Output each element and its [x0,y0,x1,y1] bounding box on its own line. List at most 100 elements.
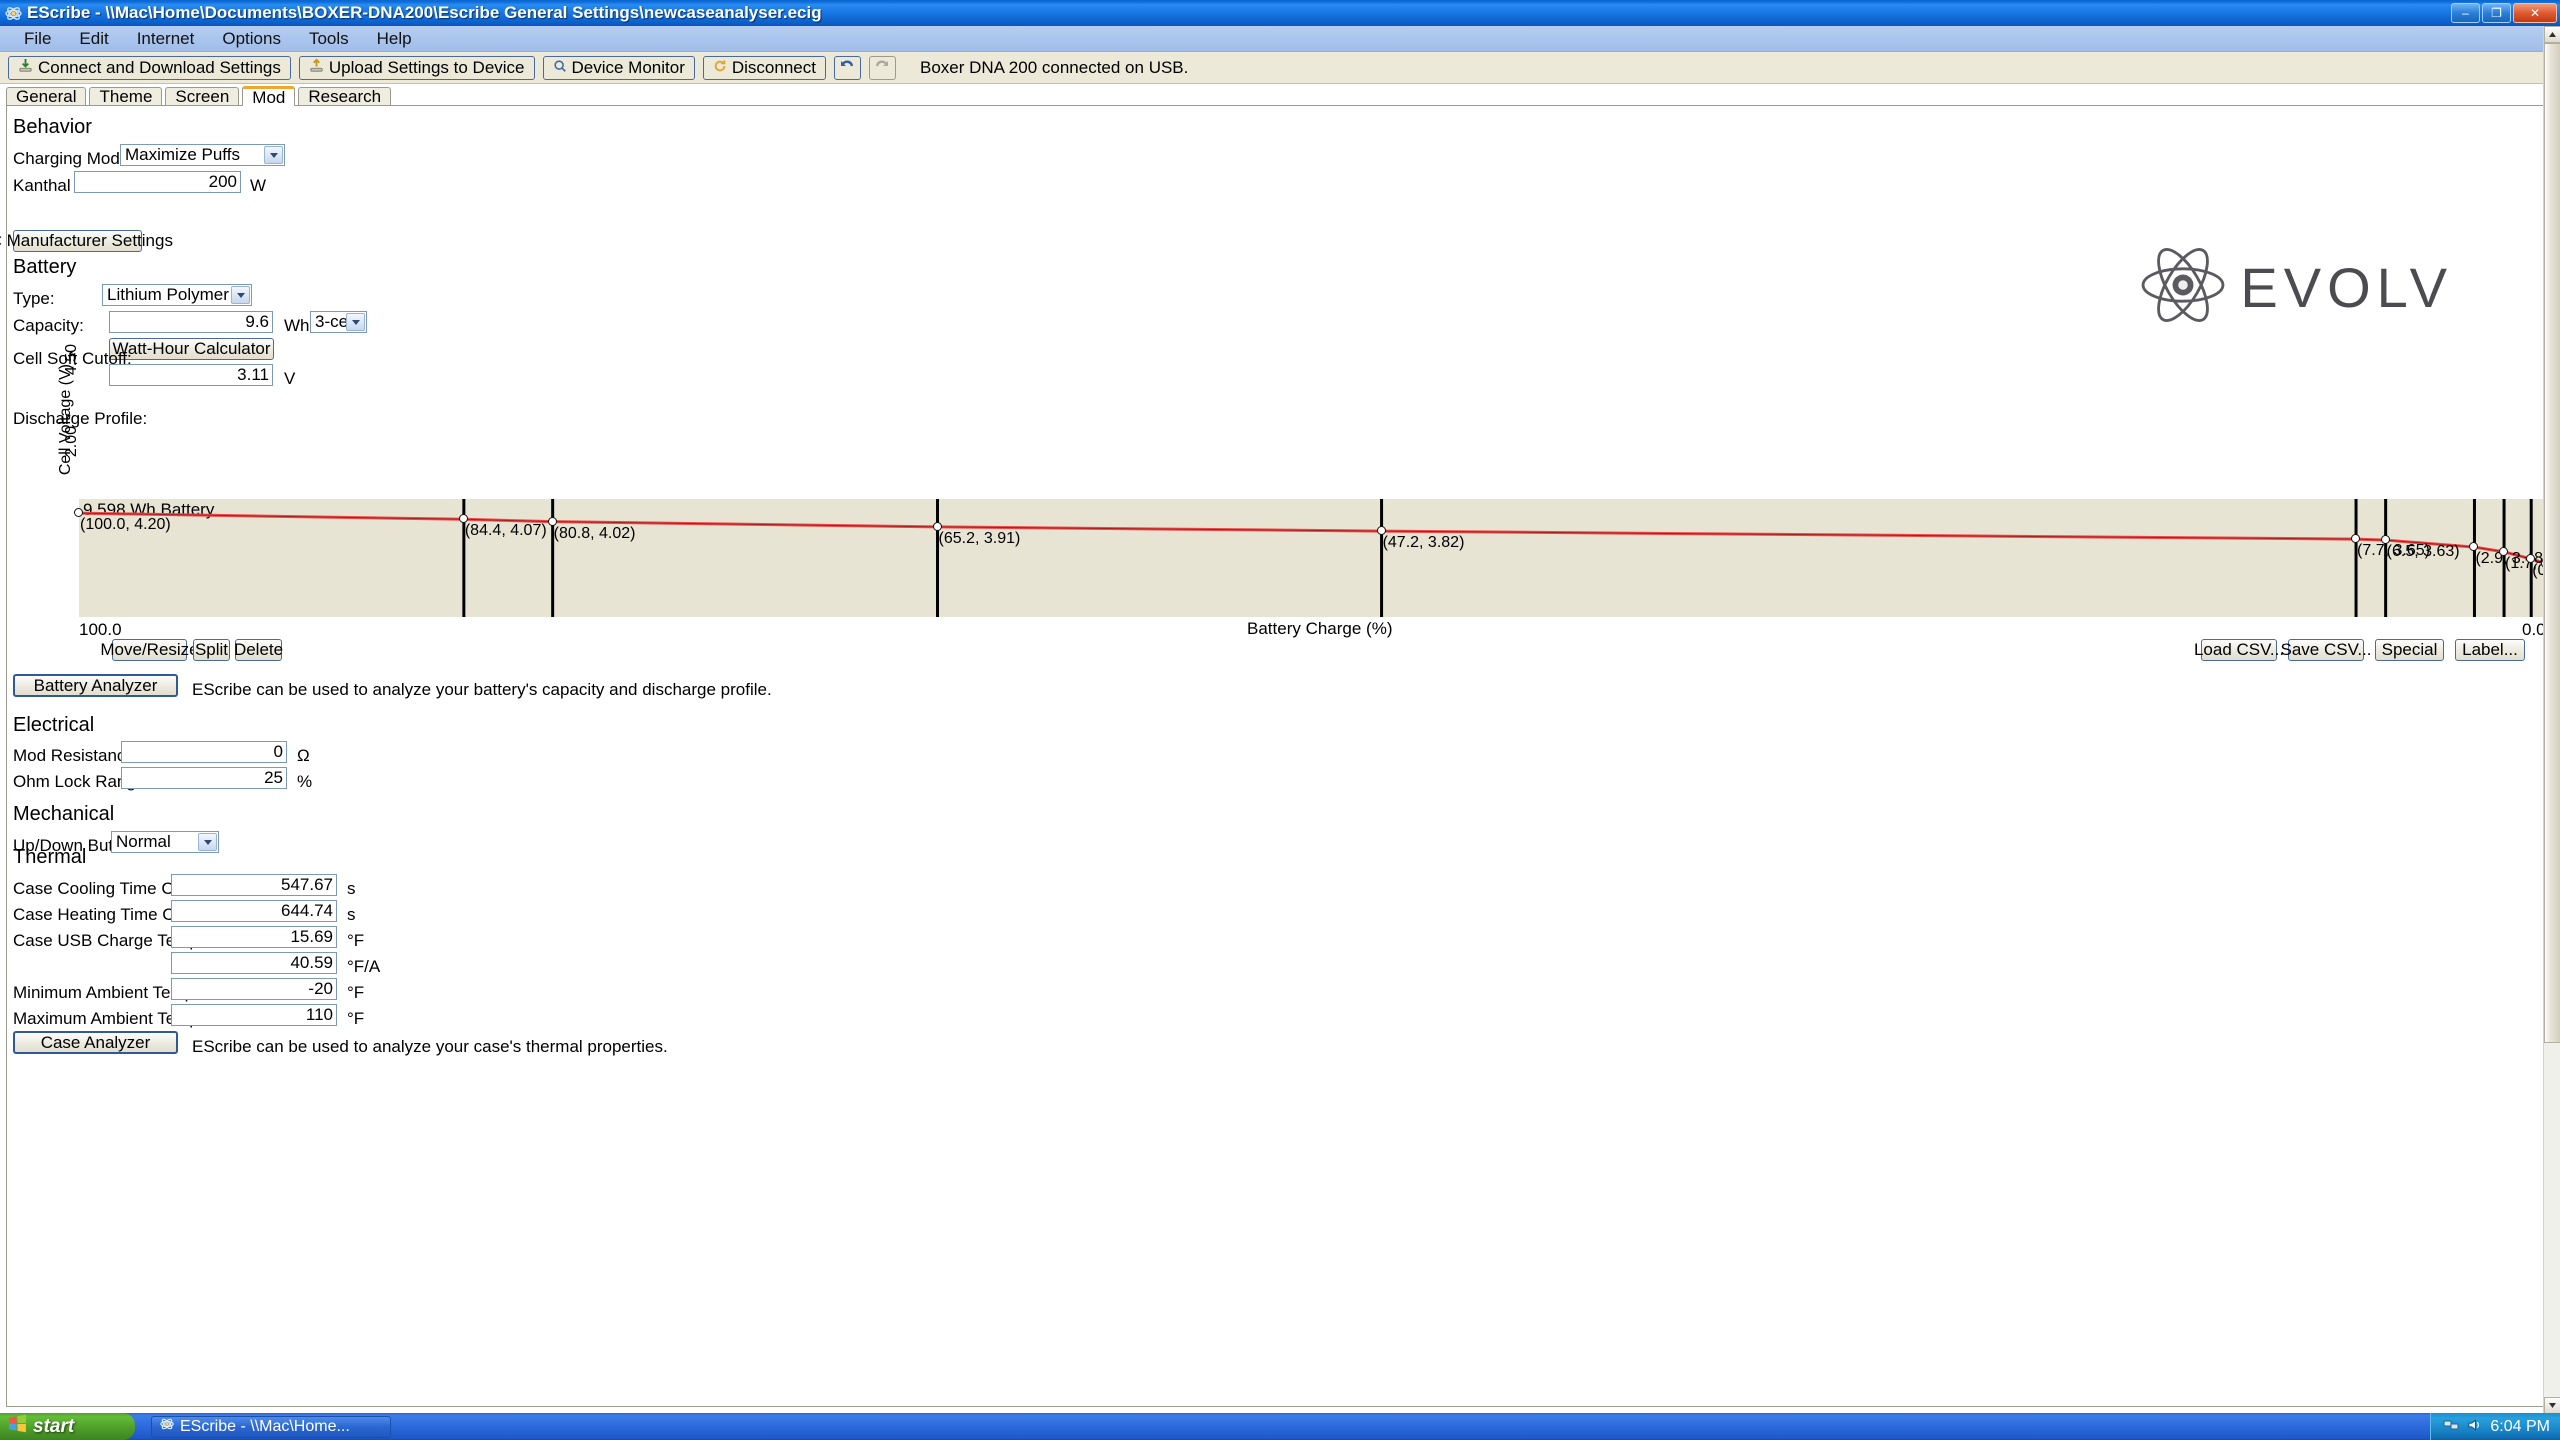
battery-analyzer-button[interactable]: Battery Analyzer [13,674,178,697]
tab-screen[interactable]: Screen [165,87,240,106]
cell-count-select[interactable]: 3-cell [310,311,367,333]
taskbar-clock: 6:04 PM [2490,1417,2550,1435]
battery-type-select[interactable]: Lithium Polymer [102,284,252,306]
mod-resistance-unit: Ω [297,746,310,765]
case-cooling-time-constant-input[interactable]: 547.67 [171,874,337,896]
tab-general[interactable]: General [6,87,87,106]
case-analyzer-button[interactable]: Case Analyzer [13,1031,178,1054]
chart-point-label: (84.4, 4.07) [464,522,547,540]
chevron-down-icon[interactable] [231,286,250,304]
disconnect-button[interactable]: Disconnect [702,55,826,80]
updown-buttons-select[interactable]: Normal [111,831,219,853]
label-button[interactable]: Label... [2455,639,2525,661]
redo-button[interactable] [868,55,896,80]
cell-soft-cutoff-unit: V [284,369,296,388]
capacity-input[interactable]: 9.6 [109,311,273,333]
taskbar-item-label: EScribe - \\Mac\Home... [180,1417,350,1435]
capacity-unit: Wh [284,316,310,335]
network-icon[interactable] [2443,1416,2459,1437]
volume-icon[interactable] [2467,1416,2482,1437]
evolv-logo: EVOLV [2140,246,2453,329]
scrollbar-thumb[interactable] [2544,43,2560,1043]
x-tick-left: 100.0 [79,620,122,639]
taskbar-item-escribe[interactable]: EScribe - \\Mac\Home... [151,1415,391,1438]
menu-item-edit[interactable]: Edit [65,27,122,51]
discharge-profile-chart[interactable]: 9.598 Wh Battery (100.0, 4.20) (84.4, 4.0… [74,499,2560,617]
scroll-up-button[interactable] [2544,26,2560,43]
window-buttons[interactable]: – ❐ ✕ [2451,3,2557,23]
start-button[interactable]: start [0,1413,135,1440]
manufacturer-settings-button[interactable]: << Manufacturer Settings [0,230,173,252]
window-title: EScribe - \\Mac\Home\Documents\BOXER-DNA… [27,3,822,22]
escribe-atom-icon [160,1417,174,1436]
capacity-label: Capacity: [13,316,84,335]
disconnect-label: Disconnect [731,57,816,77]
scroll-down-button[interactable] [2544,1397,2560,1414]
kanthal-power-limit-input[interactable]: 200 [74,171,241,193]
minimize-button[interactable]: – [2451,3,2480,23]
connection-status-text: Boxer DNA 200 connected on USB. [919,57,1189,77]
tab-research[interactable]: Research [298,87,392,106]
device-monitor-label: Device Monitor [571,57,685,77]
close-button[interactable]: ✕ [2513,3,2557,23]
chart-point-label: (65.2, 3.91) [938,529,1021,547]
chevron-down-icon[interactable] [198,833,217,851]
upload-settings-to-device-button[interactable]: Upload Settings to Device [298,55,535,80]
menu-item-help[interactable]: Help [363,27,426,51]
x-axis-title: Battery Charge (%) [1247,619,1393,638]
split-button[interactable]: Split [193,639,230,661]
search-icon [553,58,567,78]
tab-theme[interactable]: Theme [89,87,163,106]
delete-button[interactable]: Delete [234,639,283,661]
save-csv-button[interactable]: Save CSV... [2280,639,2372,661]
case-cooling-time-constant-unit: s [347,879,356,898]
upload-icon [309,58,324,78]
upload-settings-to-device-label: Upload Settings to Device [328,57,525,77]
evolv-atom-icon [2140,246,2226,329]
menu-item-file[interactable]: File [10,27,65,51]
window-titlebar[interactable]: EScribe - \\Mac\Home\Documents\BOXER-DNA… [0,0,2560,26]
cell-soft-cutoff-input[interactable]: 3.11 [109,364,273,386]
charging-mode-select[interactable]: Maximize Puffs [120,144,285,166]
chart-point-label: (80.8, 4.02) [553,524,636,542]
chart-point-label: (47.2, 3.82) [1382,534,1465,552]
menu-item-tools[interactable]: Tools [295,27,363,51]
connect-and-download-settings-button[interactable]: Connect and Download Settings [8,55,291,80]
windows-flag-icon [8,1414,27,1439]
start-label: start [33,1415,75,1437]
updown-buttons-value: Normal [116,832,171,851]
main-toolbar: Connect and Download Settings Upload Set… [0,52,2560,84]
ohm-lock-range-input[interactable]: 25 [121,767,287,789]
undo-button[interactable] [833,55,861,80]
case-analyzer-hint: EScribe can be used to analyze your case… [192,1037,668,1056]
tab-mod[interactable]: Mod [242,86,296,107]
move-resize-button[interactable]: Move/Resize [100,639,199,661]
load-csv-button[interactable]: Load CSV... [2194,639,2284,661]
case-usb-charge-temperature-rise-unit: °F [347,931,365,950]
minimum-ambient-temperature-input[interactable]: -20 [171,978,337,1000]
mod-resistance-input[interactable]: 0 [121,741,287,763]
chart-point-label: (100.0, 4.20) [80,516,171,534]
refresh-icon [713,58,727,78]
watt-hour-calculator-button[interactable]: Watt-Hour Calculator [109,338,274,360]
case-temperature-rise-per-amp-input[interactable]: 40.59 [171,952,337,974]
menu-bar: File Edit Internet Options Tools Help [0,26,2560,52]
case-heating-time-constant-input[interactable]: 644.74 [171,900,337,922]
chevron-down-icon[interactable] [264,146,283,164]
special-button[interactable]: Special [2375,639,2444,661]
menu-item-options[interactable]: Options [208,27,295,51]
case-usb-charge-temperature-rise-input[interactable]: 15.69 [171,926,337,948]
chart-plot-svg [79,499,2546,617]
download-icon [18,58,33,78]
ohm-lock-range-unit: % [297,772,313,791]
evolv-wordmark: EVOLV [2240,256,2453,319]
maximize-button[interactable]: ❐ [2482,3,2511,23]
maximum-ambient-temperature-input[interactable]: 110 [171,1004,337,1026]
windows-taskbar: start EScribe - \\Mac\Home... 6:04 PM [0,1413,2560,1440]
thermal-heading: Thermal [13,846,87,868]
device-monitor-button[interactable]: Device Monitor [542,55,695,80]
chevron-down-icon[interactable] [346,313,365,331]
menu-item-internet[interactable]: Internet [123,27,209,51]
vertical-scrollbar[interactable] [2543,26,2560,1414]
case-temperature-rise-per-amp-unit: °F/A [347,957,381,976]
